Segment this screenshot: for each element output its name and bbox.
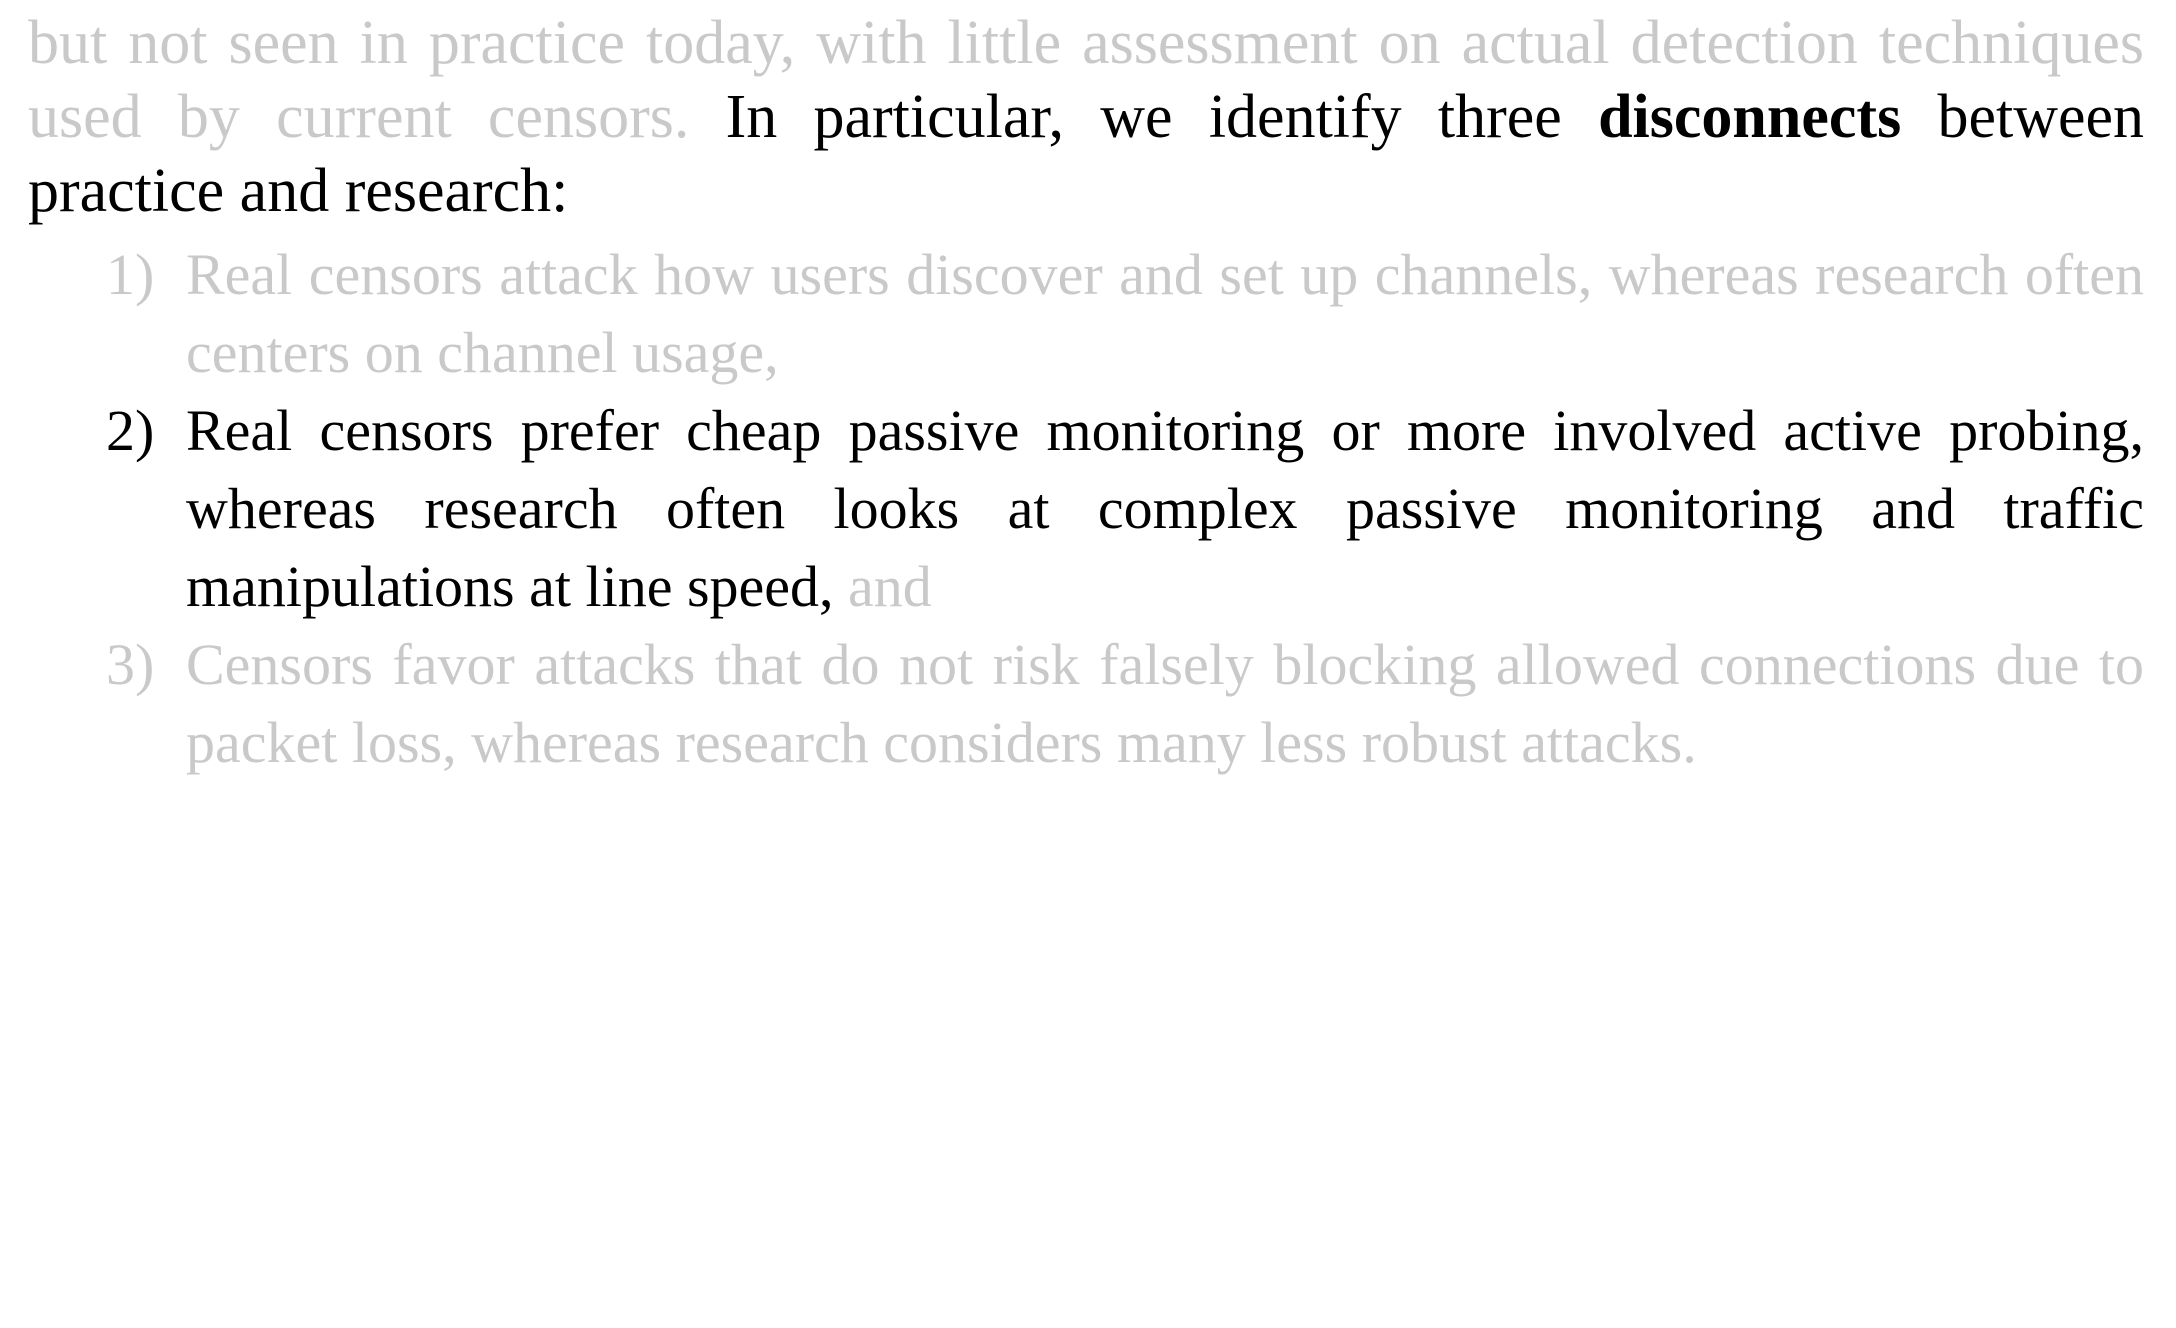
list-item-marker: 1) <box>106 242 155 307</box>
list-item-marker: 3) <box>106 632 155 697</box>
list-item-body: Real censors attack how users discover a… <box>186 236 2144 392</box>
paragraph-emphasis-lead: In particular, we identify three <box>689 83 1599 151</box>
list-item-marker: 2) <box>106 398 155 463</box>
list-item-body: Censors favor attacks that do not risk f… <box>186 626 2144 782</box>
disconnects-list: 1) Real censors attack how users discove… <box>28 236 2144 782</box>
list-item-segment: Real censors attack how users discover a… <box>186 242 2144 385</box>
intro-paragraph: but not seen in practice today, with lit… <box>28 6 2144 228</box>
list-item-segment: Censors favor attacks that do not risk f… <box>186 632 2144 775</box>
list-item-body: Real censors prefer cheap passive monito… <box>186 392 2144 626</box>
list-item-segment-trailing: and <box>833 554 932 619</box>
list-item-segment: Real censors prefer cheap passive monito… <box>186 398 2144 619</box>
list-item: 2) Real censors prefer cheap passive mon… <box>28 392 2144 626</box>
paragraph-keyword-disconnects: disconnects <box>1598 83 1902 151</box>
list-item: 1) Real censors attack how users discove… <box>28 236 2144 392</box>
list-item: 3) Censors favor attacks that do not ris… <box>28 626 2144 782</box>
page-canvas: but not seen in practice today, with lit… <box>0 0 2176 1328</box>
